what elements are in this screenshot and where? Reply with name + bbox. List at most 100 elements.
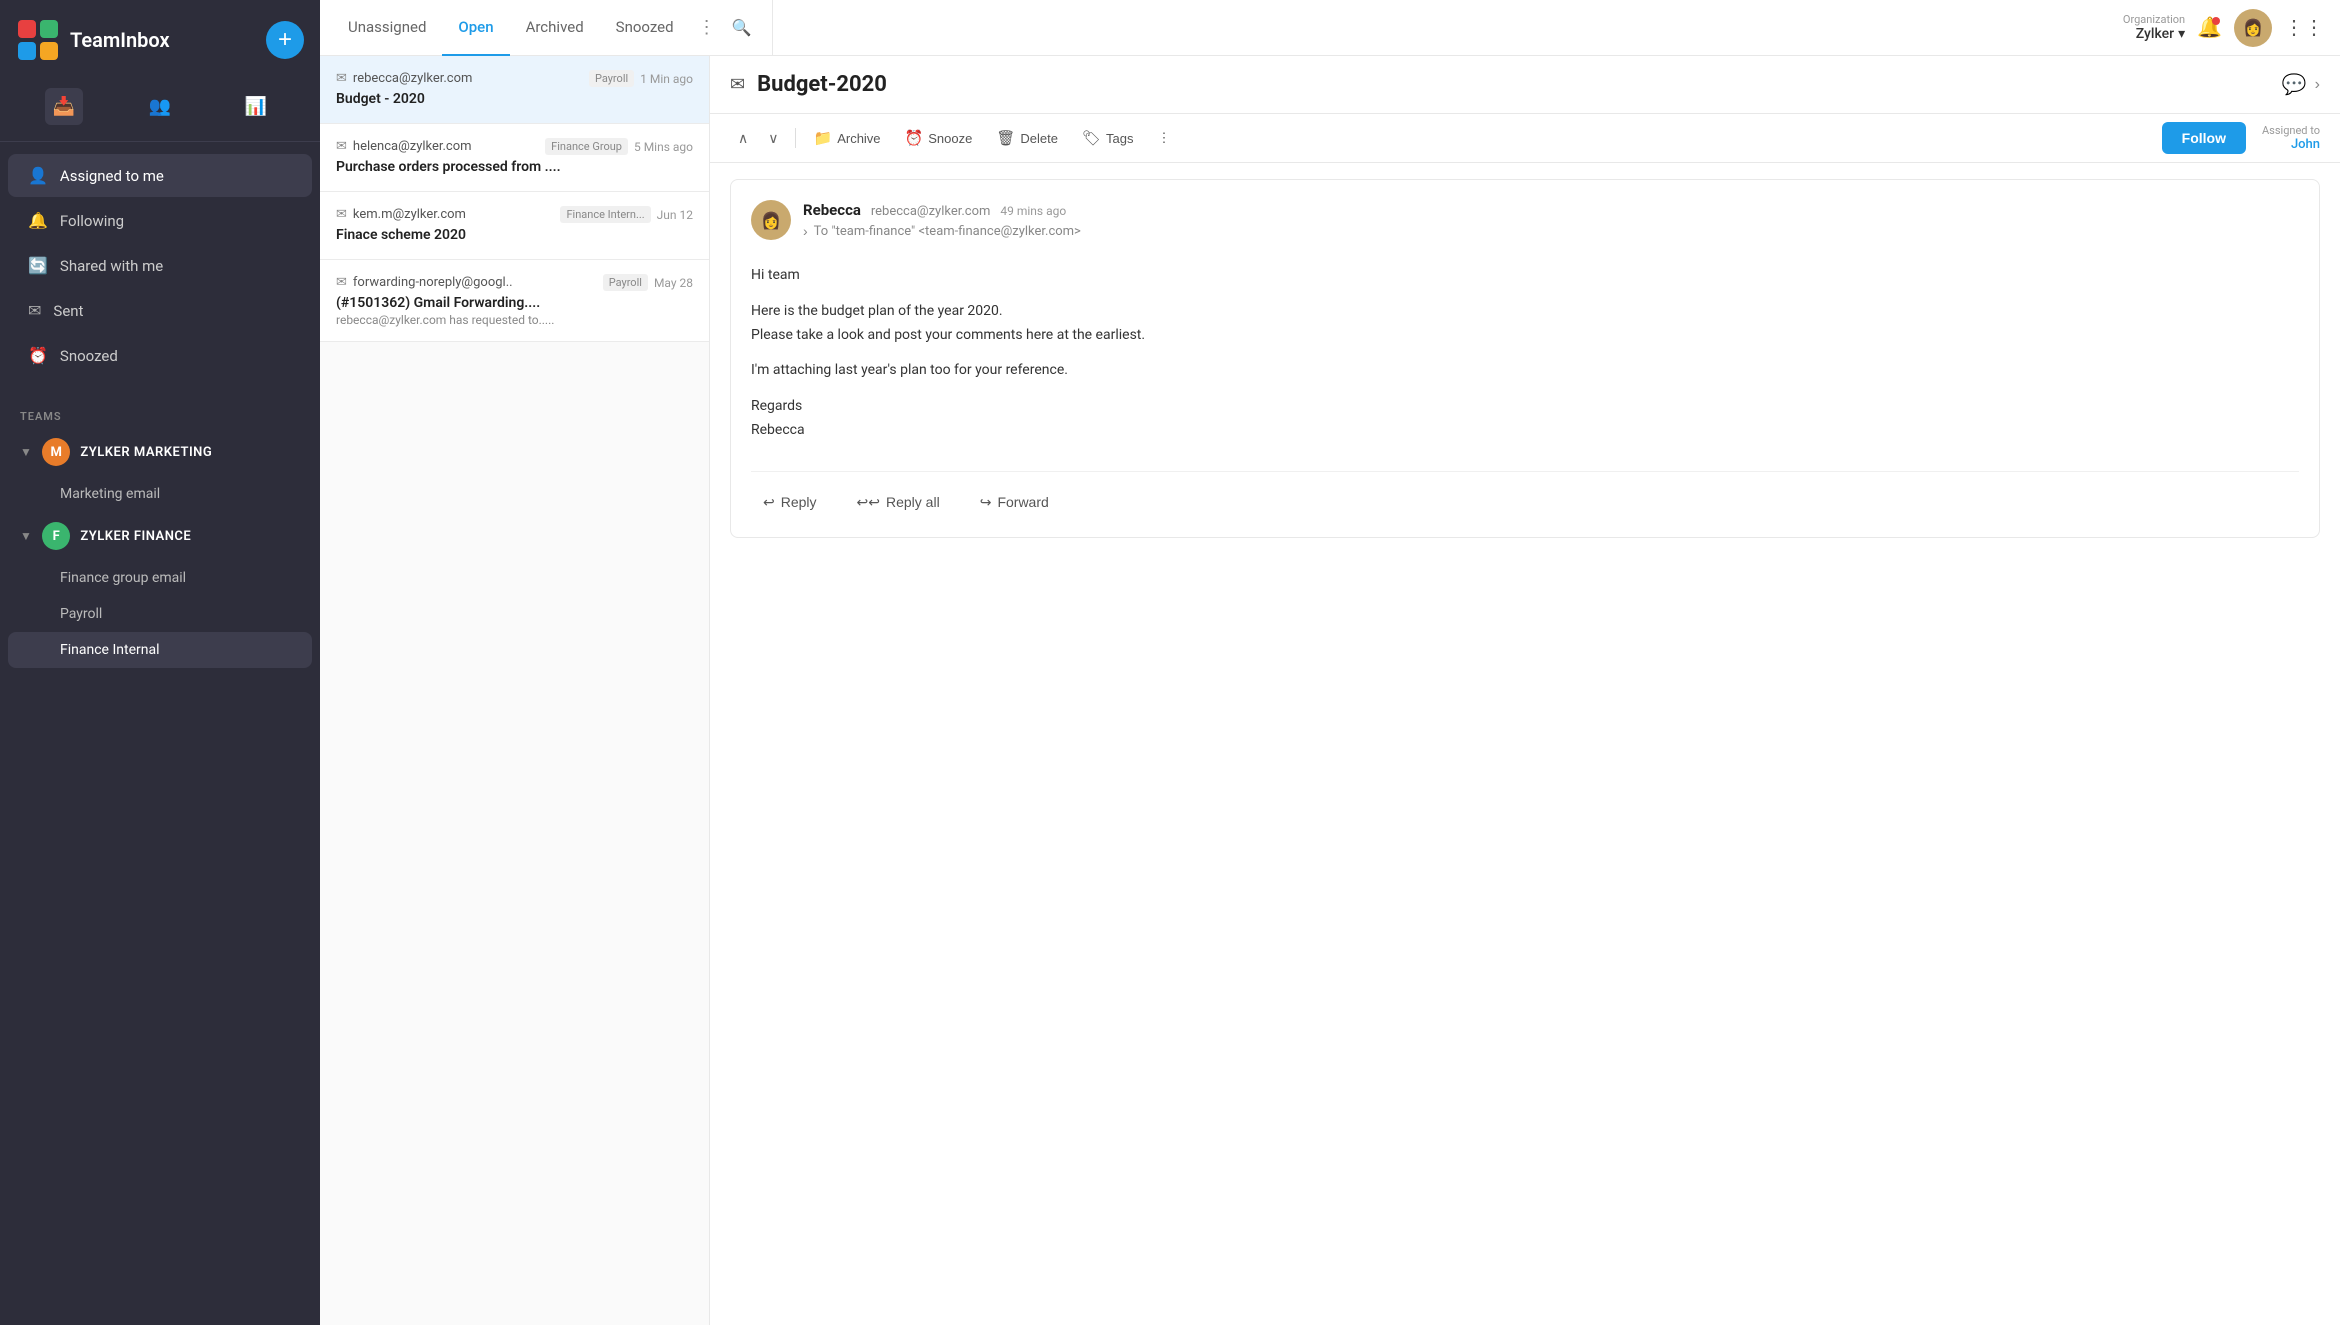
snoozed-icon: ⏰ (28, 346, 48, 365)
tab-archived[interactable]: Archived (510, 0, 600, 56)
team-avatar-finance: F (42, 522, 70, 550)
email-subject: Budget - 2020 (336, 91, 693, 107)
nav-item-following[interactable]: 🔔 Following (8, 199, 312, 242)
snooze-button[interactable]: ⏰ Snooze (895, 123, 983, 153)
notification-bell-button[interactable]: 🔔 (2197, 15, 2222, 40)
detail-header-actions: 💬 › (2282, 72, 2320, 97)
tabs-section: Unassigned Open Archived Snoozed ⋮ 🔍 (320, 0, 773, 55)
tabs-search-button[interactable]: 🔍 (724, 10, 760, 46)
chat-bubble-button[interactable]: 💬 (2282, 72, 2307, 97)
email-meta: ✉ kem.m@zylker.com Finance Intern... Jun… (336, 206, 693, 223)
trash-icon: 🗑 (996, 129, 1015, 147)
chevron-down-icon-finance: ▼ (20, 529, 32, 543)
delete-button[interactable]: 🗑 Delete (986, 123, 1068, 153)
split-view: ✉ rebecca@zylker.com Payroll 1 Min ago B… (320, 56, 2340, 1325)
add-button[interactable]: + (266, 21, 304, 59)
teams-section: TEAMS (0, 389, 320, 428)
tab-open[interactable]: Open (442, 0, 509, 56)
nav-item-shared[interactable]: 🔄 Shared with me (8, 244, 312, 287)
email-item[interactable]: ✉ kem.m@zylker.com Finance Intern... Jun… (320, 192, 709, 260)
submenu-finance-group[interactable]: Finance group email (0, 560, 320, 596)
sender-name: Rebecca (803, 201, 861, 219)
tag-icon: 🏷 (1082, 129, 1101, 147)
nav-item-snoozed[interactable]: ⏰ Snoozed (8, 334, 312, 377)
sender-email: rebecca@zylker.com (871, 204, 991, 219)
submenu-marketing-email[interactable]: Marketing email (0, 476, 320, 512)
archive-icon: 📁 (814, 129, 833, 147)
tab-snoozed[interactable]: Snoozed (600, 0, 690, 56)
reply-all-button[interactable]: ↩↩ Reply all (845, 488, 952, 517)
contacts-icon-btn[interactable]: 👥 (141, 88, 179, 125)
following-icon: 🔔 (28, 211, 48, 230)
email-envelope-icon: ✉ (336, 139, 347, 154)
toolbar-divider (795, 128, 796, 148)
email-item[interactable]: ✉ helenca@zylker.com Finance Group 5 Min… (320, 124, 709, 192)
team-submenu-finance: Finance group email Payroll Finance Inte… (0, 560, 320, 668)
forward-icon: ↪ (980, 494, 992, 511)
nav-item-assigned[interactable]: 👤 Assigned to me (8, 154, 312, 197)
detail-title: Budget-2020 (757, 72, 2270, 97)
email-time: May 28 (654, 276, 693, 290)
team-name-finance: ZYLKER FINANCE (80, 529, 191, 544)
nav-item-sent[interactable]: ✉ Sent (8, 289, 312, 332)
message-time: 49 mins ago (1000, 204, 1066, 218)
nav-label-shared: Shared with me (60, 257, 163, 275)
email-item[interactable]: ✉ rebecca@zylker.com Payroll 1 Min ago B… (320, 56, 709, 124)
email-body-container: 👩 Rebecca rebecca@zylker.com 49 mins ago… (710, 163, 2340, 1325)
nav-label-following: Following (60, 212, 124, 230)
next-email-button[interactable]: ∨ (760, 126, 786, 151)
recipient-row: › To "team-finance" <team-finance@zylker… (803, 223, 2299, 239)
email-meta: ✉ rebecca@zylker.com Payroll 1 Min ago (336, 70, 693, 87)
message-body: Hi team Here is the budget plan of the y… (751, 256, 2299, 463)
archive-button[interactable]: 📁 Archive (804, 123, 891, 153)
body-main: Here is the budget plan of the year 2020… (751, 300, 2299, 348)
sidebar: TeamInbox + 📥 👥 📊 👤 Assigned to me 🔔 Fol… (0, 0, 320, 1325)
grid-menu-button[interactable]: ⋮⋮ (2284, 15, 2324, 40)
assigned-name: John (2291, 137, 2320, 152)
email-envelope-icon: ✉ (336, 71, 347, 86)
email-tag: Payroll (589, 70, 634, 87)
expand-recipients-button[interactable]: › (803, 223, 808, 239)
prev-email-button[interactable]: ∧ (730, 126, 756, 151)
email-item[interactable]: ✉ forwarding-noreply@googl.. Payroll May… (320, 260, 709, 342)
assigned-section: Assigned to John (2262, 124, 2320, 152)
tabs-more-button[interactable]: ⋮ (690, 9, 724, 46)
email-preview: rebecca@zylker.com has requested to..... (336, 313, 693, 327)
forward-button[interactable]: ↪ Forward (968, 488, 1061, 517)
email-tag: Payroll (603, 274, 648, 291)
body-attachment-note: I'm attaching last year's plan too for y… (751, 359, 2299, 383)
more-actions-button[interactable]: ⋮ (1147, 124, 1180, 152)
sidebar-header: TeamInbox + (0, 0, 320, 80)
email-meta: ✉ forwarding-noreply@googl.. Payroll May… (336, 274, 693, 291)
sender-info: Rebecca rebecca@zylker.com 49 mins ago ›… (803, 200, 2299, 239)
reports-icon-btn[interactable]: 📊 (237, 88, 275, 125)
chevron-down-icon-org: ▾ (2178, 26, 2185, 42)
tags-button[interactable]: 🏷 Tags (1072, 123, 1144, 153)
team-name-marketing: ZYLKER MARKETING (80, 445, 212, 460)
email-subject: Purchase orders processed from .... (336, 159, 693, 175)
expand-button[interactable]: › (2315, 76, 2320, 94)
email-message-card: 👩 Rebecca rebecca@zylker.com 49 mins ago… (730, 179, 2320, 538)
team-header-finance[interactable]: ▼ F ZYLKER FINANCE (0, 512, 320, 560)
email-time: 5 Mins ago (634, 140, 693, 154)
team-avatar-marketing: M (42, 438, 70, 466)
inbox-icon-btn[interactable]: 📥 (45, 88, 83, 125)
reply-button[interactable]: ↩ Reply (751, 488, 829, 517)
submenu-payroll[interactable]: Payroll (0, 596, 320, 632)
body-greeting: Hi team (751, 264, 2299, 288)
message-header: 👩 Rebecca rebecca@zylker.com 49 mins ago… (751, 200, 2299, 240)
submenu-finance-internal[interactable]: Finance Internal (8, 632, 312, 668)
reply-icon: ↩ (763, 494, 775, 511)
team-header-marketing[interactable]: ▼ M ZYLKER MARKETING (0, 428, 320, 476)
email-envelope-icon: ✉ (336, 207, 347, 222)
email-subject: (#1501362) Gmail Forwarding.... (336, 295, 693, 311)
nav-label-sent: Sent (53, 302, 83, 320)
user-avatar[interactable]: 👩 (2234, 9, 2272, 47)
email-tag: Finance Group (545, 138, 628, 155)
snooze-icon: ⏰ (905, 129, 924, 147)
org-selector[interactable]: Organization Zylker ▾ (2123, 13, 2185, 42)
follow-button[interactable]: Follow (2162, 122, 2246, 154)
tab-unassigned[interactable]: Unassigned (332, 0, 442, 56)
email-from: helenca@zylker.com (353, 139, 539, 154)
body-regards: RegardsRebecca (751, 395, 2299, 443)
